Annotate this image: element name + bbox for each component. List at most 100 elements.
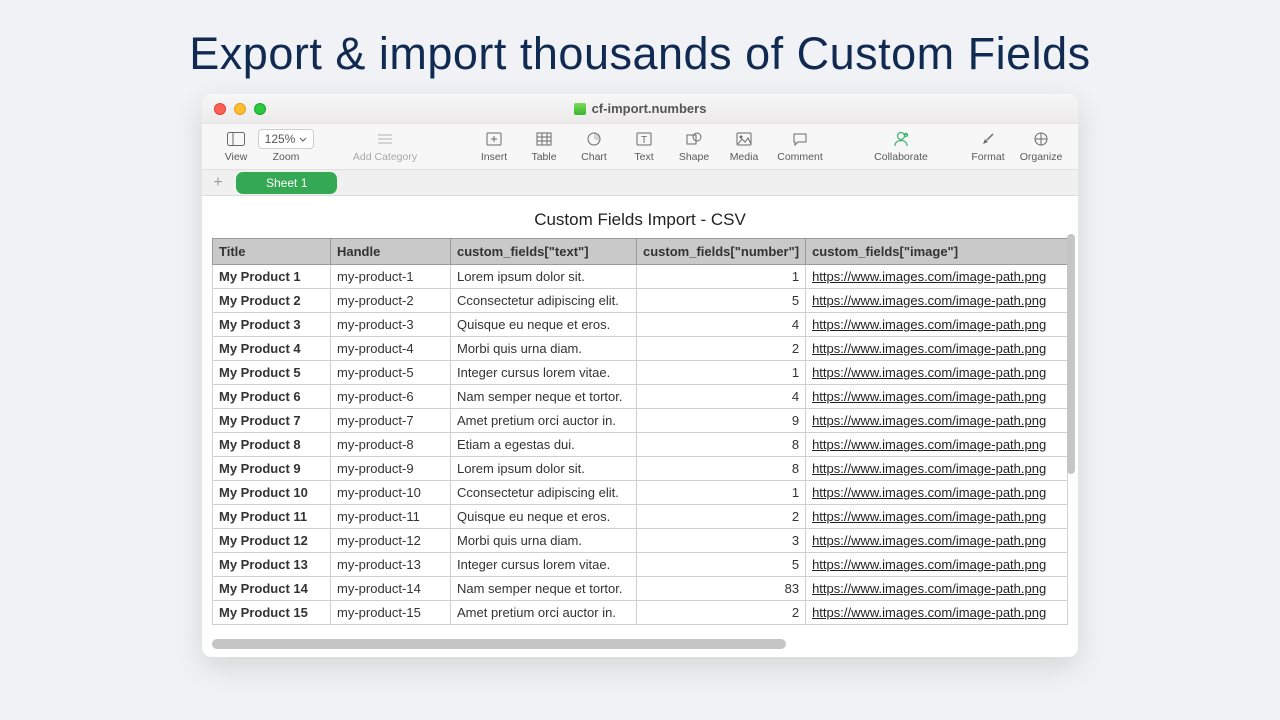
table-row[interactable]: My Product 13my-product-13Integer cursus… [213,553,1068,577]
cell-text[interactable]: Etiam a egestas dui. [451,433,637,457]
fullscreen-icon[interactable] [254,103,266,115]
cell-title[interactable]: My Product 14 [213,577,331,601]
cell-image[interactable]: https://www.images.com/image-path.png [806,361,1068,385]
cell-handle[interactable]: my-product-3 [331,313,451,337]
cell-title[interactable]: My Product 4 [213,337,331,361]
image-link[interactable]: https://www.images.com/image-path.png [812,293,1046,308]
sheet-tab[interactable]: Sheet 1 [236,172,337,194]
media-button[interactable]: Media [720,130,768,163]
cell-text[interactable]: Amet pretium orci auctor in. [451,409,637,433]
cell-text[interactable]: Quisque eu neque et eros. [451,505,637,529]
cell-image[interactable]: https://www.images.com/image-path.png [806,481,1068,505]
cell-title[interactable]: My Product 13 [213,553,331,577]
cell-text[interactable]: Morbi quis urna diam. [451,529,637,553]
cell-number[interactable]: 1 [637,361,806,385]
cell-image[interactable]: https://www.images.com/image-path.png [806,409,1068,433]
cell-text[interactable]: Cconsectetur adipiscing elit. [451,289,637,313]
horizontal-scrollbar[interactable] [212,639,1056,649]
cell-text[interactable]: Nam semper neque et tortor. [451,385,637,409]
image-link[interactable]: https://www.images.com/image-path.png [812,413,1046,428]
cell-handle[interactable]: my-product-1 [331,265,451,289]
cell-number[interactable]: 4 [637,385,806,409]
table-row[interactable]: My Product 6my-product-6Nam semper neque… [213,385,1068,409]
cell-title[interactable]: My Product 3 [213,313,331,337]
cell-title[interactable]: My Product 1 [213,265,331,289]
cell-image[interactable]: https://www.images.com/image-path.png [806,265,1068,289]
cell-handle[interactable]: my-product-9 [331,457,451,481]
cell-title[interactable]: My Product 7 [213,409,331,433]
cell-number[interactable]: 5 [637,553,806,577]
cell-text[interactable]: Quisque eu neque et eros. [451,313,637,337]
add-sheet-button[interactable]: + [210,174,226,192]
col-number[interactable]: custom_fields["number"] [637,239,806,265]
cell-text[interactable]: Morbi quis urna diam. [451,337,637,361]
cell-title[interactable]: My Product 9 [213,457,331,481]
cell-image[interactable]: https://www.images.com/image-path.png [806,433,1068,457]
table-row[interactable]: My Product 9my-product-9Lorem ipsum dolo… [213,457,1068,481]
cell-image[interactable]: https://www.images.com/image-path.png [806,385,1068,409]
cell-image[interactable]: https://www.images.com/image-path.png [806,553,1068,577]
cell-number[interactable]: 2 [637,505,806,529]
col-title[interactable]: Title [213,239,331,265]
cell-handle[interactable]: my-product-14 [331,577,451,601]
table-row[interactable]: My Product 10my-product-10Cconsectetur a… [213,481,1068,505]
cell-handle[interactable]: my-product-2 [331,289,451,313]
cell-title[interactable]: My Product 12 [213,529,331,553]
vertical-scrollbar-thumb[interactable] [1067,234,1075,474]
cell-number[interactable]: 83 [637,577,806,601]
cell-text[interactable]: Lorem ipsum dolor sit. [451,265,637,289]
image-link[interactable]: https://www.images.com/image-path.png [812,509,1046,524]
cell-handle[interactable]: my-product-6 [331,385,451,409]
cell-handle[interactable]: my-product-7 [331,409,451,433]
table-row[interactable]: My Product 3my-product-3Quisque eu neque… [213,313,1068,337]
cell-title[interactable]: My Product 5 [213,361,331,385]
cell-number[interactable]: 2 [637,601,806,625]
cell-handle[interactable]: my-product-5 [331,361,451,385]
spreadsheet-table[interactable]: Title Handle custom_fields["text"] custo… [212,238,1068,625]
cell-title[interactable]: My Product 6 [213,385,331,409]
vertical-scrollbar[interactable] [1067,234,1075,534]
cell-title[interactable]: My Product 10 [213,481,331,505]
cell-handle[interactable]: my-product-12 [331,529,451,553]
format-button[interactable]: Format [964,130,1012,163]
image-link[interactable]: https://www.images.com/image-path.png [812,581,1046,596]
cell-text[interactable]: Lorem ipsum dolor sit. [451,457,637,481]
cell-number[interactable]: 3 [637,529,806,553]
cell-image[interactable]: https://www.images.com/image-path.png [806,289,1068,313]
table-row[interactable]: My Product 15my-product-15Amet pretium o… [213,601,1068,625]
close-icon[interactable] [214,103,226,115]
image-link[interactable]: https://www.images.com/image-path.png [812,317,1046,332]
shape-button[interactable]: Shape [670,130,718,163]
insert-button[interactable]: Insert [470,130,518,163]
view-button[interactable]: View [212,130,260,163]
table-row[interactable]: My Product 2my-product-2Cconsectetur adi… [213,289,1068,313]
cell-image[interactable]: https://www.images.com/image-path.png [806,337,1068,361]
chart-button[interactable]: Chart [570,130,618,163]
organize-button[interactable]: Organize [1014,130,1068,163]
cell-text[interactable]: Nam semper neque et tortor. [451,577,637,601]
cell-number[interactable]: 4 [637,313,806,337]
table-button[interactable]: Table [520,130,568,163]
document-area[interactable]: Custom Fields Import - CSV Title Handle … [202,196,1078,657]
table-row[interactable]: My Product 4my-product-4Morbi quis urna … [213,337,1068,361]
cell-image[interactable]: https://www.images.com/image-path.png [806,457,1068,481]
zoom-dropdown[interactable]: 125% [258,129,315,149]
image-link[interactable]: https://www.images.com/image-path.png [812,365,1046,380]
cell-text[interactable]: Integer cursus lorem vitae. [451,553,637,577]
table-row[interactable]: My Product 14my-product-14Nam semper neq… [213,577,1068,601]
cell-number[interactable]: 2 [637,337,806,361]
cell-number[interactable]: 8 [637,457,806,481]
cell-handle[interactable]: my-product-11 [331,505,451,529]
add-category-button[interactable]: Add Category [340,130,430,163]
table-row[interactable]: My Product 11my-product-11Quisque eu neq… [213,505,1068,529]
cell-title[interactable]: My Product 8 [213,433,331,457]
cell-number[interactable]: 9 [637,409,806,433]
col-image[interactable]: custom_fields["image"] [806,239,1068,265]
image-link[interactable]: https://www.images.com/image-path.png [812,341,1046,356]
cell-handle[interactable]: my-product-13 [331,553,451,577]
image-link[interactable]: https://www.images.com/image-path.png [812,557,1046,572]
col-handle[interactable]: Handle [331,239,451,265]
table-row[interactable]: My Product 7my-product-7Amet pretium orc… [213,409,1068,433]
cell-image[interactable]: https://www.images.com/image-path.png [806,505,1068,529]
image-link[interactable]: https://www.images.com/image-path.png [812,269,1046,284]
